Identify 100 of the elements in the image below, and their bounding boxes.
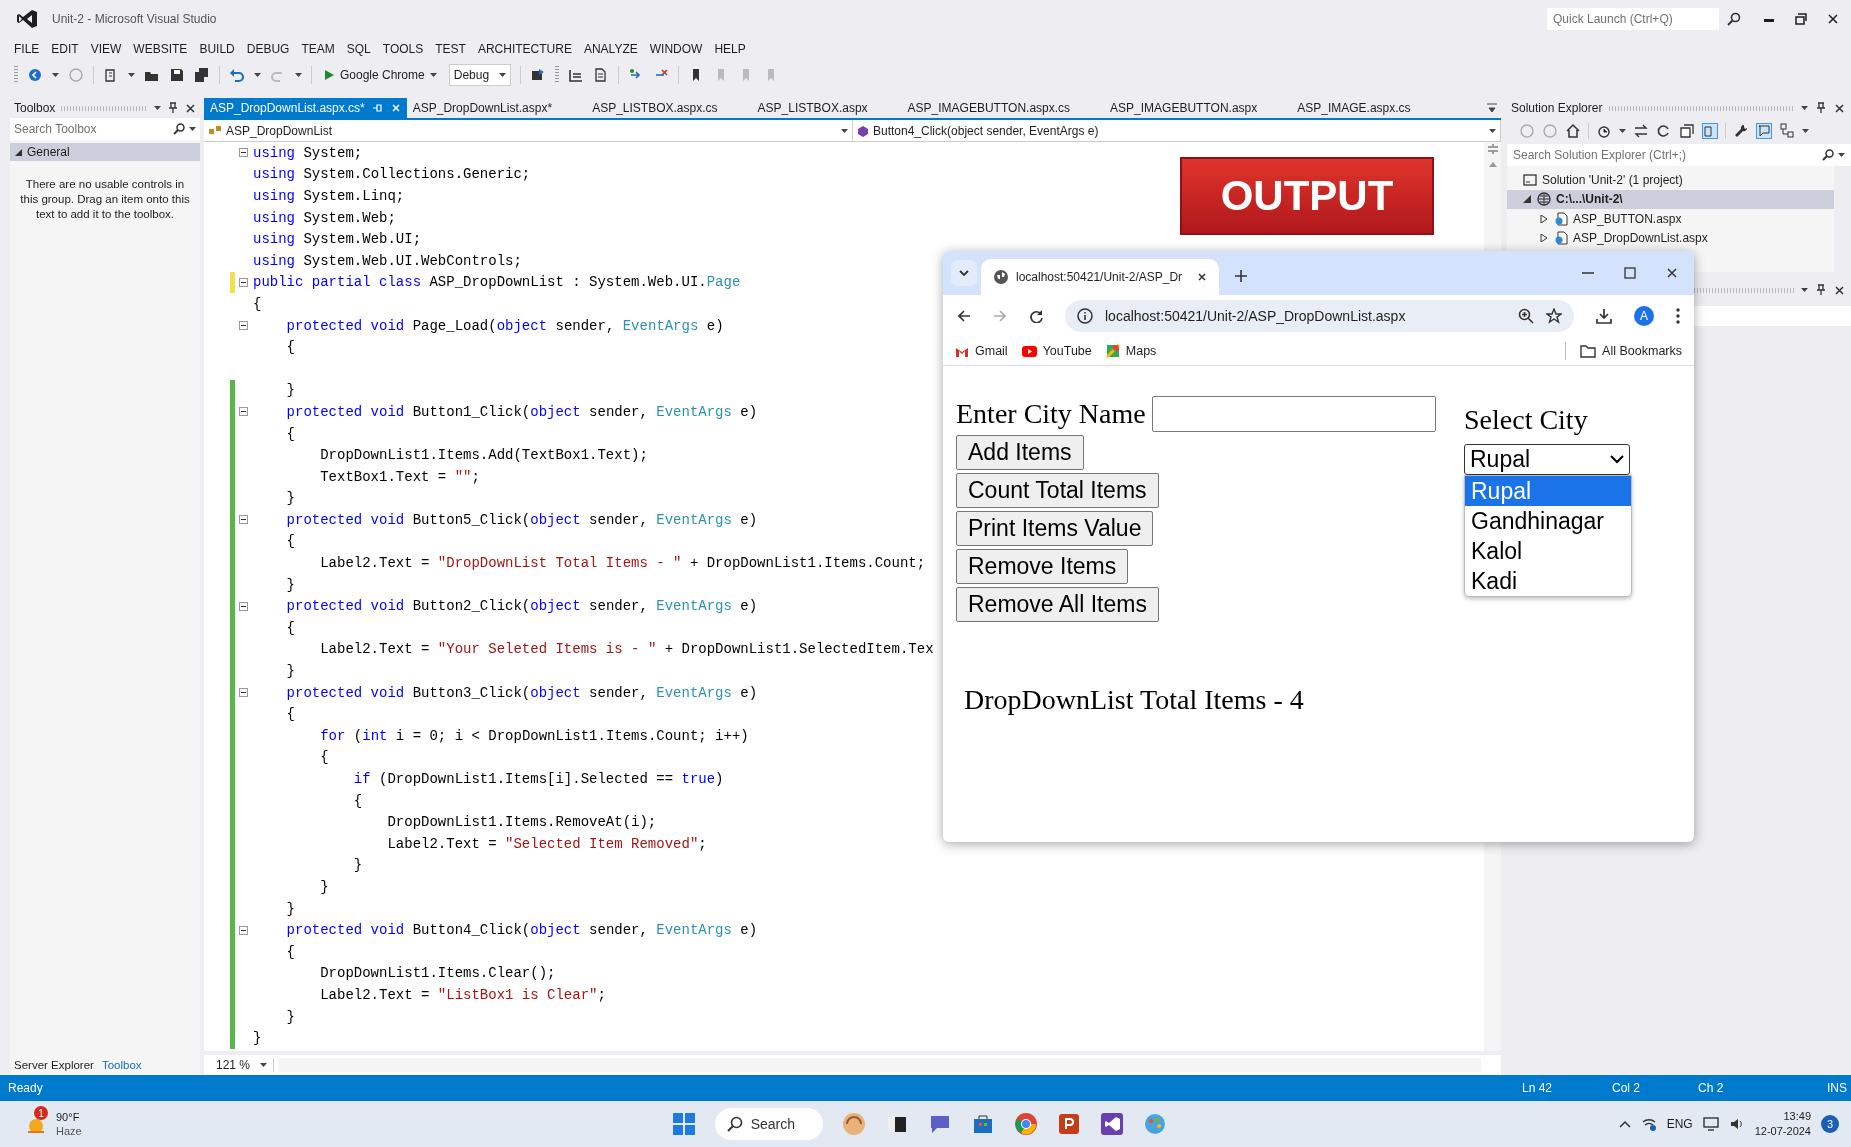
search-icon[interactable] — [173, 123, 185, 135]
panel-tab[interactable]: Server Explorer — [14, 1059, 94, 1071]
menu-item[interactable]: ARCHITECTURE — [471, 40, 578, 58]
menu-item[interactable]: SQL — [340, 40, 377, 58]
expanded-triangle-icon[interactable] — [1523, 195, 1531, 204]
menu-item[interactable]: WEBSITE — [127, 40, 194, 58]
document-tab[interactable]: ASP_LISTBOX.aspx.cs — [586, 98, 752, 118]
save-all-icon[interactable] — [194, 67, 210, 83]
notification-badge[interactable]: 3 — [1821, 1115, 1839, 1133]
caret-icon[interactable] — [1838, 152, 1845, 158]
reload-icon[interactable] — [1029, 309, 1043, 323]
caret-icon[interactable] — [1802, 128, 1809, 134]
page-button[interactable]: Add Items — [956, 435, 1084, 470]
city-dropdown[interactable]: Rupal — [1464, 444, 1630, 475]
dropdown-option[interactable]: Kalol — [1465, 536, 1631, 566]
dropdown-option[interactable]: Kadi — [1465, 566, 1631, 596]
configuration-dropdown[interactable]: Debug — [448, 64, 512, 86]
caret-icon[interactable] — [1619, 128, 1626, 134]
document-tab[interactable]: ASP_DropDownList.aspx* — [406, 98, 587, 118]
show-all-files-icon[interactable] — [1702, 123, 1718, 139]
chevron-up-icon[interactable] — [1618, 1120, 1631, 1128]
tab-list-icon[interactable] — [1487, 102, 1497, 114]
bookmark[interactable]: Maps — [1105, 344, 1157, 358]
menu-item[interactable]: DEBUG — [240, 40, 296, 58]
paint-icon[interactable] — [1142, 1112, 1167, 1136]
document-tab[interactable]: ASP_IMAGE.aspx.cs — [1291, 98, 1445, 118]
search-icon[interactable] — [1727, 12, 1741, 26]
speaker-icon[interactable] — [1728, 1116, 1745, 1132]
dropdown-icon[interactable] — [154, 105, 161, 111]
collapse-icon[interactable] — [238, 688, 248, 698]
collapse-icon[interactable] — [238, 148, 248, 158]
menu-item[interactable]: FILE — [8, 40, 46, 58]
bookmark[interactable]: YouTube — [1021, 344, 1092, 358]
dropdown-icon[interactable] — [1801, 287, 1808, 293]
pin-icon[interactable] — [1815, 102, 1827, 114]
type-dropdown[interactable]: ASP_DropDownList — [204, 120, 853, 141]
undo-icon[interactable] — [229, 67, 245, 83]
more-menu-icon[interactable] — [1676, 308, 1680, 324]
new-tab-icon[interactable] — [1235, 270, 1248, 282]
start-icon[interactable] — [671, 1112, 696, 1136]
close-icon[interactable] — [185, 102, 196, 114]
zoom-dropdown[interactable]: 121 % — [210, 1058, 275, 1072]
close-icon[interactable] — [1834, 284, 1845, 296]
search-input[interactable]: Search Solution Explorer (Ctrl+;) — [1513, 148, 1818, 162]
page-button[interactable]: Count Total Items — [956, 473, 1159, 508]
clock[interactable]: 13:49 12-07-2024 — [1754, 1109, 1811, 1139]
scroll-up-icon[interactable] — [1488, 162, 1497, 167]
profile-avatar[interactable]: A — [1634, 306, 1654, 326]
browser-tab[interactable]: localhost:50421/Unit-2/ASP_Dr — [981, 259, 1220, 295]
menu-item[interactable]: EDIT — [45, 40, 85, 58]
caret-icon[interactable] — [295, 72, 302, 78]
visual-studio-icon[interactable] — [1099, 1112, 1124, 1136]
all-bookmarks-button[interactable]: All Bookmarks — [1580, 344, 1682, 358]
pin-icon[interactable] — [1815, 284, 1827, 296]
display-icon[interactable] — [1702, 1116, 1719, 1132]
tree-item[interactable]: Solution 'Unit-2' (1 project) — [1507, 170, 1834, 190]
bookmark[interactable]: Gmail — [955, 344, 1008, 358]
refresh-icon[interactable] — [1656, 123, 1672, 139]
collapse-icon[interactable] — [238, 601, 248, 611]
document-tab[interactable]: ASP_IMAGEBUTTON.aspx.cs — [901, 98, 1105, 118]
collapsed-triangle-icon[interactable] — [1540, 234, 1548, 243]
caret-icon[interactable] — [52, 72, 59, 78]
close-icon[interactable] — [1827, 13, 1839, 25]
collapsed-triangle-icon[interactable] — [1540, 214, 1548, 223]
panel-tab[interactable]: Toolbox — [101, 1059, 142, 1071]
menu-item[interactable]: TEST — [429, 40, 472, 58]
close-icon[interactable] — [1666, 267, 1678, 279]
member-dropdown[interactable]: Button4_Click(object sender, EventArgs e) — [853, 120, 1501, 141]
menu-item[interactable]: HELP — [708, 40, 752, 58]
restore-icon[interactable] — [1795, 13, 1807, 25]
dropdown-option[interactable]: Gandhinagar — [1465, 506, 1631, 536]
input-language[interactable]: ENG — [1666, 1117, 1693, 1131]
tree-item[interactable]: C:\...\Unit-2\ — [1507, 189, 1834, 209]
menu-item[interactable]: ANALYZE — [577, 40, 644, 58]
collapse-icon[interactable] — [238, 277, 248, 287]
tree-item[interactable]: ASP_DropDownList.aspx — [1507, 228, 1834, 248]
quick-launch-field[interactable]: Quick Launch (Ctrl+Q) — [1547, 8, 1719, 30]
caret-icon[interactable] — [189, 126, 196, 132]
taskbar-search[interactable]: Search — [714, 1108, 823, 1140]
preview-icon[interactable] — [1756, 123, 1772, 139]
collapse-icon[interactable] — [238, 407, 248, 417]
page-button[interactable]: Remove Items — [956, 549, 1129, 584]
close-icon[interactable] — [1197, 272, 1208, 282]
home-icon[interactable] — [1565, 123, 1581, 139]
run-button[interactable]: Google Chrome — [321, 66, 440, 84]
search-field[interactable]: Search Solution Explorer (Ctrl+;) — [1507, 144, 1851, 166]
sync-icon[interactable] — [1633, 123, 1649, 139]
search-input[interactable]: Search Toolbox — [14, 122, 169, 136]
page-button[interactable]: Remove All Items — [956, 587, 1159, 622]
wrench-icon[interactable] — [1733, 123, 1749, 139]
address-bar[interactable]: localhost:50421/Unit-2/ASP_DropDownList.aspx — [1065, 300, 1574, 332]
search-field[interactable]: Search Toolbox — [10, 118, 200, 140]
collapse-all-icon[interactable] — [1679, 123, 1695, 139]
maximize-icon[interactable] — [1624, 267, 1636, 279]
caret-icon[interactable] — [128, 72, 135, 78]
document-tab[interactable]: ASP_IMAGEBUTTON.aspx — [1104, 98, 1292, 118]
list-icon[interactable] — [568, 67, 585, 83]
collapse-icon[interactable] — [238, 925, 248, 935]
back-icon[interactable] — [957, 309, 971, 323]
document-tab[interactable]: ASP_LISTBOX.aspx — [751, 98, 902, 118]
